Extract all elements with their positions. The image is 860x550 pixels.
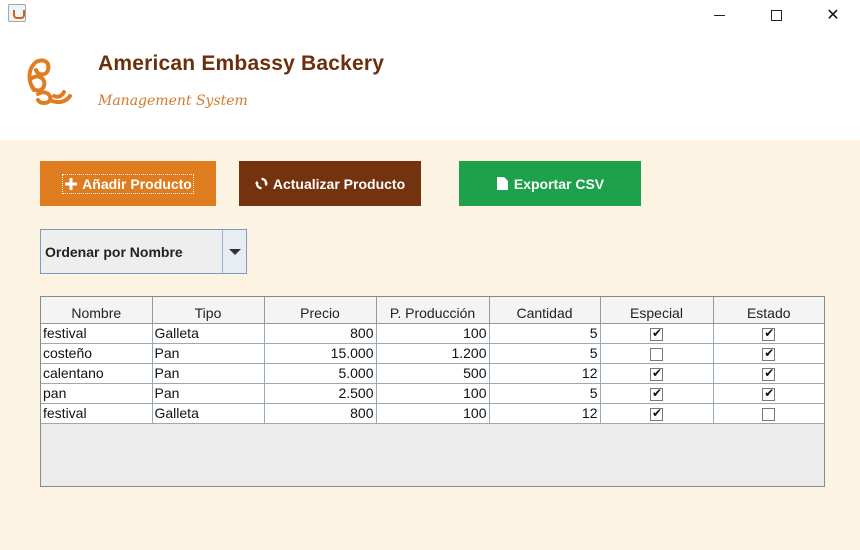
minimize-button[interactable] [696, 0, 742, 30]
java-app-icon [8, 4, 26, 22]
estado-checkbox[interactable] [762, 407, 776, 421]
file-icon [496, 177, 510, 191]
table-row[interactable]: costeño Pan 15.000 1.200 5 [41, 343, 824, 364]
column-header-nombre[interactable]: Nombre [41, 297, 153, 324]
export-csv-button[interactable]: Exportar CSV [459, 161, 641, 206]
maximize-button[interactable] [753, 0, 799, 30]
estado-checkbox[interactable] [762, 326, 776, 341]
especial-checkbox[interactable] [650, 406, 663, 421]
focus-ring: Añadir Producto [62, 173, 194, 194]
cell-cantidad[interactable]: 5 [489, 323, 601, 344]
cell-tipo[interactable]: Pan [152, 363, 265, 384]
cell-estado[interactable] [713, 403, 824, 424]
cell-nombre[interactable]: calentano [41, 363, 153, 384]
estado-checkbox[interactable] [762, 346, 776, 361]
update-product-label: Actualizar Producto [272, 175, 406, 192]
especial-checkbox[interactable] [650, 386, 663, 401]
estado-checkbox[interactable] [762, 366, 776, 381]
cell-estado[interactable] [713, 383, 824, 404]
cell-estado[interactable] [713, 343, 824, 364]
cell-especial[interactable] [600, 363, 714, 384]
cell-produccion[interactable]: 500 [376, 363, 490, 384]
cell-cantidad[interactable]: 12 [489, 363, 601, 384]
cell-cantidad[interactable]: 5 [489, 383, 601, 404]
cell-tipo[interactable]: Pan [152, 343, 265, 364]
especial-checkbox[interactable] [650, 326, 663, 341]
app-header: American Embassy Backery Management Syst… [0, 30, 860, 140]
table-row[interactable]: pan Pan 2.500 100 5 [41, 383, 824, 404]
cell-precio[interactable]: 2.500 [264, 383, 377, 404]
cell-produccion[interactable]: 100 [376, 383, 490, 404]
cell-tipo[interactable]: Galleta [152, 323, 265, 344]
table-header-row: Nombre Tipo Precio P. Producción Cantida… [41, 297, 824, 324]
cell-nombre[interactable]: festival [41, 323, 153, 344]
cell-nombre[interactable]: costeño [41, 343, 153, 364]
window-titlebar: ✕ [0, 0, 860, 30]
cell-produccion[interactable]: 100 [376, 403, 490, 424]
cell-especial[interactable] [600, 323, 714, 344]
cell-cantidad[interactable]: 5 [489, 343, 601, 364]
especial-checkbox[interactable] [650, 366, 663, 381]
update-product-button[interactable]: Actualizar Producto [239, 161, 421, 206]
chevron-down-icon[interactable] [222, 230, 246, 273]
cell-produccion[interactable]: 1.200 [376, 343, 490, 364]
cell-especial[interactable] [600, 383, 714, 404]
cell-precio[interactable]: 5.000 [264, 363, 377, 384]
cell-estado[interactable] [713, 363, 824, 384]
add-product-label: Añadir Producto [82, 175, 192, 192]
cell-precio[interactable]: 800 [264, 403, 377, 424]
column-header-especial[interactable]: Especial [600, 297, 714, 324]
export-csv-label: Exportar CSV [513, 175, 605, 192]
add-product-button[interactable]: Añadir Producto [40, 161, 216, 206]
minimize-icon [713, 14, 725, 16]
cell-produccion[interactable]: 100 [376, 323, 490, 344]
cell-tipo[interactable]: Pan [152, 383, 265, 404]
column-header-tipo[interactable]: Tipo [152, 297, 265, 324]
table-row[interactable]: festival Galleta 800 100 5 [41, 323, 824, 344]
close-icon: ✕ [826, 7, 840, 24]
cell-especial[interactable] [600, 403, 714, 424]
cell-especial[interactable] [600, 343, 714, 364]
cell-estado[interactable] [713, 323, 824, 344]
table-row[interactable]: calentano Pan 5.000 500 12 [41, 363, 824, 384]
sort-selected-value: Ordenar por Nombre [45, 244, 183, 260]
products-table[interactable]: Nombre Tipo Precio P. Producción Cantida… [40, 296, 825, 487]
estado-checkbox[interactable] [762, 386, 776, 401]
column-header-estado[interactable]: Estado [713, 297, 824, 324]
close-button[interactable]: ✕ [810, 0, 856, 30]
app-subtitle: Management System [98, 93, 248, 109]
cell-tipo[interactable]: Galleta [152, 403, 265, 424]
cell-nombre[interactable]: pan [41, 383, 153, 404]
croissant-icon [27, 58, 72, 105]
column-header-produccion[interactable]: P. Producción [376, 297, 490, 324]
sort-dropdown[interactable]: Ordenar por Nombre [40, 229, 247, 274]
especial-checkbox[interactable] [650, 347, 663, 361]
app-title: American Embassy Backery [98, 52, 385, 75]
table-row[interactable]: festival Galleta 800 100 12 [41, 403, 824, 424]
cell-cantidad[interactable]: 12 [489, 403, 601, 424]
maximize-icon [770, 9, 782, 21]
refresh-icon [255, 177, 269, 191]
cell-precio[interactable]: 800 [264, 323, 377, 344]
cell-nombre[interactable]: festival [41, 403, 153, 424]
cell-precio[interactable]: 15.000 [264, 343, 377, 364]
column-header-precio[interactable]: Precio [264, 297, 377, 324]
column-header-cantidad[interactable]: Cantidad [489, 297, 601, 324]
plus-icon [64, 177, 78, 191]
